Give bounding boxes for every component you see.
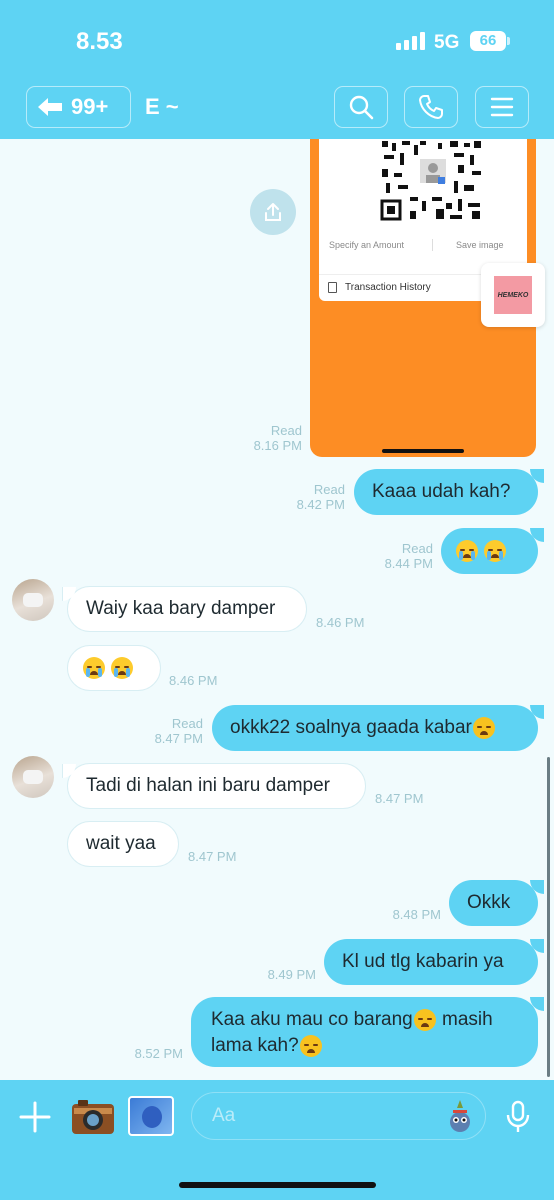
- read-receipt: Read: [313, 482, 345, 497]
- status-time: 8.53: [76, 28, 123, 55]
- message-meta: 8.47 PM: [188, 849, 248, 864]
- composer-bar: Aa: [0, 1080, 554, 1200]
- share-icon: [265, 203, 281, 221]
- message-time: 8.47 PM: [154, 731, 203, 746]
- message-bubble[interactable]: Kl ud tlg kabarin ya: [324, 939, 538, 985]
- message-bubble[interactable]: [67, 645, 161, 691]
- message-bubble[interactable]: wait yaa: [67, 821, 179, 867]
- message-text: Kl ud tlg kabarin ya: [342, 951, 504, 972]
- message-time: 8.42 PM: [296, 497, 345, 512]
- message-text: lama kah?: [211, 1035, 299, 1056]
- screenshot-home-indicator: [382, 449, 464, 453]
- search-icon: [349, 95, 374, 120]
- emoji-sticker-icon[interactable]: [447, 1098, 473, 1134]
- message-meta: Read 8.16 PM: [240, 423, 302, 453]
- message-meta: Read 8.42 PM: [280, 482, 345, 512]
- message-bubble[interactable]: [441, 528, 538, 574]
- message-text: wait yaa: [86, 833, 156, 854]
- share-button[interactable]: [250, 189, 296, 235]
- hemeko-logo: HEMEKO: [494, 276, 532, 314]
- shared-shop-card[interactable]: HEMEKO: [481, 263, 545, 327]
- qr-code-icon: [380, 139, 483, 221]
- message-meta: 8.46 PM: [316, 615, 376, 630]
- message-text: Okkk: [467, 892, 511, 913]
- message-time: 8.52 PM: [134, 1046, 183, 1061]
- read-receipt: Read: [401, 541, 433, 556]
- back-arrow-icon: [38, 98, 62, 116]
- sticker-icon[interactable]: [128, 1096, 174, 1136]
- message-meta: 8.46 PM: [169, 673, 229, 688]
- back-button[interactable]: 99+: [26, 86, 131, 128]
- message-time: 8.47 PM: [188, 849, 237, 864]
- read-receipt: Read: [270, 423, 302, 438]
- message-text: Kaaa udah kah?: [372, 481, 511, 502]
- transaction-history-label: Transaction History: [345, 282, 431, 293]
- message-bubble[interactable]: Okkk: [449, 880, 538, 926]
- crying-emoji-icon: [456, 540, 478, 562]
- message-time: 8.47 PM: [375, 791, 424, 806]
- microphone-icon[interactable]: [505, 1100, 531, 1134]
- message-text: Waiy kaa bary damper: [86, 598, 276, 619]
- search-button[interactable]: [334, 86, 388, 128]
- message-text: Tadi di halan ini baru damper: [86, 775, 330, 796]
- crying-emoji-icon: [111, 657, 133, 679]
- message-meta: 8.48 PM: [378, 907, 441, 922]
- unread-count: 99+: [71, 94, 109, 119]
- teary-smile-emoji-icon: [413, 1008, 436, 1031]
- teary-smile-emoji-icon: [299, 1034, 322, 1057]
- message-text: masih: [442, 1009, 493, 1030]
- network-label: 5G: [434, 32, 460, 53]
- message-meta: Read 8.47 PM: [140, 716, 203, 746]
- message-time: 8.49 PM: [267, 967, 316, 982]
- message-time: 8.44 PM: [384, 556, 433, 571]
- read-receipt: Read: [171, 716, 203, 731]
- message-bubble[interactable]: Tadi di halan ini baru damper: [67, 763, 366, 809]
- message-meta: Read 8.44 PM: [368, 541, 433, 571]
- chat-area[interactable]: Specify an Amount Save image Transaction…: [0, 139, 554, 1080]
- message-meta: 8.47 PM: [375, 791, 435, 806]
- scrollbar[interactable]: [547, 757, 550, 1077]
- message-bubble[interactable]: okkk22 soalnya gaada kabar: [212, 705, 538, 751]
- avatar[interactable]: [12, 756, 54, 798]
- message-line: lama kah?: [211, 1033, 518, 1059]
- message-bubble[interactable]: Kaaa udah kah?: [354, 469, 538, 515]
- message-input[interactable]: Aa: [191, 1092, 486, 1140]
- battery-icon: 66: [470, 31, 506, 51]
- menu-icon: [490, 97, 514, 117]
- message-meta: 8.49 PM: [252, 967, 316, 982]
- message-time: 8.48 PM: [392, 907, 441, 922]
- message-bubble[interactable]: Waiy kaa bary damper: [67, 586, 307, 632]
- message-time: 8.16 PM: [253, 438, 302, 453]
- avatar[interactable]: [12, 579, 54, 621]
- message-text: Kaa aku mau co barang: [211, 1009, 413, 1030]
- specify-amount-option: Specify an Amount: [329, 240, 405, 250]
- signal-icon: [396, 32, 426, 50]
- message-meta: 8.52 PM: [120, 1046, 183, 1061]
- transaction-history-row: Transaction History: [328, 282, 431, 293]
- battery-tip: [507, 37, 510, 45]
- home-indicator: [179, 1182, 376, 1188]
- chat-title[interactable]: E ~: [145, 94, 179, 120]
- message-line: Kaa aku mau co barang masih: [211, 1007, 518, 1033]
- crying-emoji-icon: [83, 657, 105, 679]
- crying-emoji-icon: [484, 540, 506, 562]
- camera-icon[interactable]: [70, 1096, 116, 1136]
- document-icon: [328, 282, 337, 293]
- message-text: okkk22 soalnya gaada kabar: [230, 717, 472, 738]
- top-bar: 8.53 5G 66 99+ E ~: [0, 0, 554, 139]
- plus-icon[interactable]: [18, 1100, 52, 1134]
- phone-icon: [419, 95, 443, 119]
- menu-button[interactable]: [475, 86, 529, 128]
- save-image-option: Save image: [456, 240, 504, 250]
- message-bubble[interactable]: Kaa aku mau co barang masih lama kah?: [191, 997, 538, 1067]
- call-button[interactable]: [404, 86, 458, 128]
- teary-smile-emoji-icon: [472, 717, 495, 739]
- message-time: 8.46 PM: [316, 615, 365, 630]
- message-time: 8.46 PM: [169, 673, 218, 688]
- wallet-divider: [432, 239, 433, 251]
